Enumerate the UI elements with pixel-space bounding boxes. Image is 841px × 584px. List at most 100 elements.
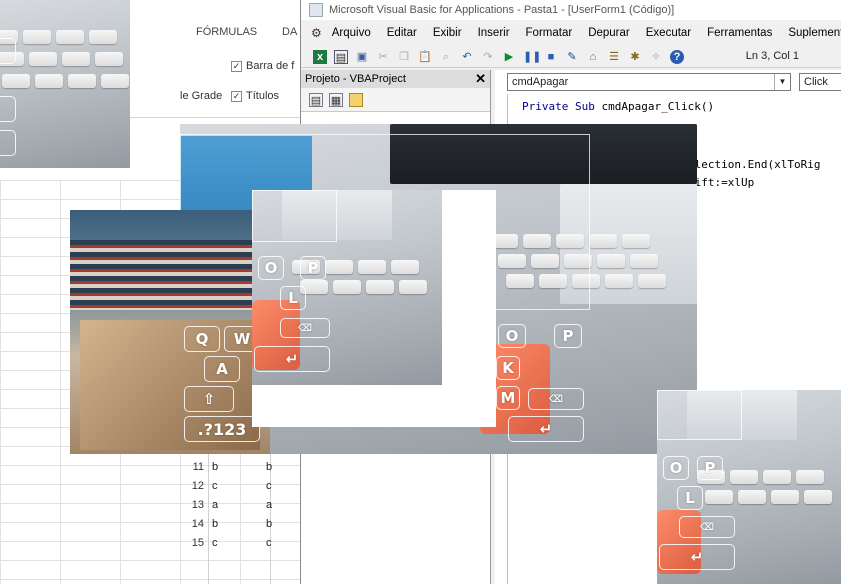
key-p[interactable]: P [554, 324, 582, 348]
object-dropdown[interactable]: cmdApagar ▼ [507, 73, 791, 91]
menu-exibir[interactable]: Exibir [433, 27, 462, 39]
find-icon[interactable]: ⌕ [439, 50, 453, 64]
pause-icon[interactable]: ❚❚ [523, 50, 541, 64]
menu-editar[interactable]: Editar [387, 27, 417, 39]
row-number: 14 [191, 517, 204, 530]
help-icon[interactable]: ? [670, 49, 684, 64]
return-arrow-icon: ↵ [539, 420, 553, 438]
keyboard-row [705, 490, 832, 504]
checkbox-headings[interactable]: ✓ Títulos [231, 90, 279, 102]
key-q[interactable]: Q [184, 326, 220, 352]
close-icon[interactable]: ✕ [475, 71, 486, 87]
view-code-icon[interactable]: ▤ [309, 92, 323, 107]
save-icon[interactable]: ▣ [355, 50, 369, 64]
shift-arrow-icon: ⇧ [202, 390, 216, 408]
key-m[interactable]: M [496, 386, 520, 410]
code-line: election.End(xlToRig [688, 158, 821, 171]
row-number: 12 [191, 479, 204, 492]
return-key[interactable]: ↵ [254, 346, 330, 372]
chevron-down-icon[interactable]: ▼ [774, 74, 790, 90]
keycap [622, 234, 650, 248]
toggle-folders-icon[interactable] [349, 92, 363, 107]
row-number: 15 [191, 536, 204, 549]
keycap [763, 470, 791, 484]
keycap [771, 490, 799, 504]
virtual-key [0, 96, 16, 122]
tab-formulas[interactable]: FÓRMULAS [196, 26, 257, 38]
keycap [605, 274, 633, 288]
menu-suplementos[interactable]: Suplementos [788, 27, 841, 39]
keyboard-row [0, 30, 117, 44]
menu-arquivo[interactable]: Arquivo [332, 27, 371, 39]
procedure-dropdown[interactable]: Click [799, 73, 841, 91]
toolbox-icon[interactable]: ✧ [649, 50, 663, 64]
keycap [597, 254, 625, 268]
menu-formatar[interactable]: Formatar [526, 27, 573, 39]
key-o[interactable]: O [258, 256, 284, 280]
key-a[interactable]: A [204, 356, 240, 382]
menu-depurar[interactable]: Depurar [588, 27, 630, 39]
insert-userform-icon[interactable]: ▤ [334, 49, 348, 64]
design-mode-icon[interactable]: ✎ [565, 50, 579, 64]
code-line: hift:=xlUp [688, 176, 755, 189]
view-object-icon[interactable]: ▦ [329, 92, 343, 107]
checkbox-label: Barra de f [246, 60, 295, 72]
excel-view-icon[interactable]: ⚙ [311, 26, 322, 40]
vba-menu-bar: ⚙ Arquivo Editar Exibir Inserir Formatar… [301, 22, 841, 44]
menu-ferramentas[interactable]: Ferramentas [707, 27, 772, 39]
key-l[interactable]: L [677, 486, 703, 510]
cut-icon[interactable]: ✂ [376, 50, 390, 64]
return-key[interactable]: ↵ [659, 544, 735, 570]
desk-photo: Q W A ⇧ .?123 [70, 210, 270, 454]
keycap [2, 74, 30, 88]
excel-icon[interactable]: x [313, 49, 327, 64]
gridlines-label: le Grade [180, 90, 223, 102]
key-k[interactable]: K [496, 356, 520, 380]
cell-value: b [212, 460, 219, 473]
properties-icon[interactable]: ☰ [607, 50, 621, 64]
redo-icon[interactable]: ↷ [481, 50, 495, 64]
shift-key[interactable]: ⇧ [184, 386, 234, 412]
keycap [101, 74, 129, 88]
project-explorer-icon[interactable]: ⌂ [586, 50, 600, 64]
undo-icon[interactable]: ↶ [460, 50, 474, 64]
run-icon[interactable]: ▶ [502, 50, 516, 64]
cell-value: b [212, 517, 219, 530]
return-key[interactable]: ↵ [508, 416, 584, 442]
overlay-frame [252, 190, 337, 242]
key-l[interactable]: L [280, 286, 306, 310]
key-p[interactable]: P [300, 256, 326, 280]
menu-inserir[interactable]: Inserir [478, 27, 510, 39]
tab-dados[interactable]: DA [282, 26, 297, 38]
cell-value: c [266, 479, 272, 492]
cell-value: c [266, 536, 272, 549]
object-browser-icon[interactable]: ✱ [628, 50, 642, 64]
return-arrow-icon: ↵ [285, 350, 299, 368]
backspace-key[interactable]: ⌫ [528, 388, 584, 410]
keycap [333, 280, 361, 294]
stop-icon[interactable]: ■ [544, 50, 558, 64]
keycap [630, 254, 658, 268]
keycap [95, 52, 123, 66]
key-o[interactable]: O [498, 324, 526, 348]
keycap [35, 74, 63, 88]
checkbox-formula-bar[interactable]: ✓ Barra de f [231, 60, 294, 72]
copy-icon[interactable]: ❐ [397, 50, 411, 64]
keycap [589, 234, 617, 248]
keycap [358, 260, 386, 274]
keycap [62, 52, 90, 66]
project-explorer-title: Projeto - VBAProject ✕ [301, 70, 490, 88]
code-text: cmdApagar_Click() [594, 100, 715, 113]
numbers-key[interactable]: .?123 [184, 416, 260, 442]
key-p[interactable]: P [697, 456, 723, 480]
cell-value: b [266, 517, 273, 530]
cell-value: c [212, 479, 218, 492]
menu-executar[interactable]: Executar [646, 27, 691, 39]
book-stack [70, 240, 270, 310]
backspace-key[interactable]: ⌫ [679, 516, 735, 538]
paste-icon[interactable]: 📋 [418, 50, 432, 64]
cell-value: c [212, 536, 218, 549]
backspace-key[interactable]: ⌫ [280, 318, 330, 338]
key-o[interactable]: O [663, 456, 689, 480]
virtual-key [0, 130, 16, 156]
